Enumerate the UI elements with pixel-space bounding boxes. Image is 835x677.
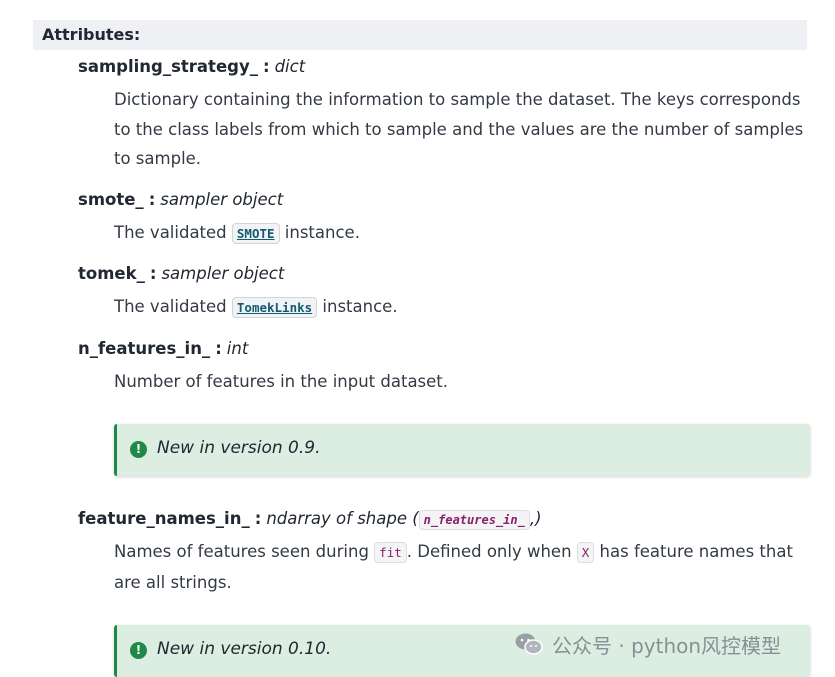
attribute-separator: :: [148, 190, 156, 209]
attribute-description: The validated TomekLinks instance.: [114, 292, 804, 323]
description-text: . Defined only when: [406, 542, 577, 561]
attribute-name: smote_: [78, 190, 144, 209]
attribute-description: Dictionary containing the information to…: [114, 90, 804, 168]
attribute-description: Names of features seen during fit. Defin…: [114, 537, 804, 597]
tomeklinks-link[interactable]: TomekLinks: [231, 297, 318, 318]
attribute-type: sampler object: [160, 190, 284, 209]
attribute-separator: :: [254, 509, 262, 528]
n-features-in-literal: n_features_in_: [418, 510, 530, 530]
wechat-icon: [515, 633, 543, 655]
smote-link[interactable]: SMOTE: [231, 223, 280, 244]
attributes-header: Attributes:: [33, 20, 807, 50]
attribute-type: sampler object: [161, 264, 285, 283]
watermark: 公众号 · python风控模型: [514, 630, 781, 658]
version-note: ! New in version 0.9.: [114, 424, 810, 476]
description-text: instance.: [279, 223, 360, 242]
attribute-name: n_features_in_: [78, 339, 211, 358]
attribute-type: ndarray of shape (n_features_in_,): [266, 509, 542, 530]
type-text: ,): [529, 509, 542, 528]
type-text: ndarray of shape (: [266, 509, 419, 528]
attribute-name: tomek_: [78, 264, 145, 283]
attribute-term-smote: smote_: sampler object: [78, 188, 283, 212]
attribute-type: int: [226, 339, 249, 358]
section-title: Attributes:: [42, 25, 141, 44]
version-note-text: New in version 0.9.: [157, 438, 321, 458]
watermark-text: 公众号 · python风控模型: [552, 633, 782, 658]
description-text: The validated: [114, 223, 232, 242]
version-note-text: New in version 0.10.: [157, 639, 332, 659]
attribute-separator: :: [262, 57, 270, 76]
attribute-type: dict: [274, 57, 306, 76]
fit-literal: fit: [374, 542, 407, 563]
attribute-term-feature-names-in: feature_names_in_: ndarray of shape (n_fe…: [78, 507, 542, 532]
description-text: The validated: [114, 297, 232, 316]
exclamation-circle-icon: !: [130, 441, 147, 458]
attribute-description: The validated SMOTE instance.: [114, 218, 804, 249]
description-text: Names of features seen during: [114, 542, 375, 561]
description-text: instance.: [317, 297, 398, 316]
attribute-separator: :: [149, 264, 157, 283]
exclamation-circle-icon: !: [130, 642, 147, 659]
attribute-description: Number of features in the input dataset.: [114, 372, 449, 391]
attribute-separator: :: [215, 339, 222, 358]
attribute-term-n-features-in: n_features_in_: int: [78, 337, 248, 361]
x-literal: X: [576, 542, 595, 563]
attribute-term-sampling-strategy: sampling_strategy_: dict: [78, 55, 305, 79]
attribute-name: feature_names_in_: [78, 509, 250, 528]
attribute-term-tomek: tomek_: sampler object: [78, 262, 284, 286]
attribute-name: sampling_strategy_: [78, 57, 258, 76]
